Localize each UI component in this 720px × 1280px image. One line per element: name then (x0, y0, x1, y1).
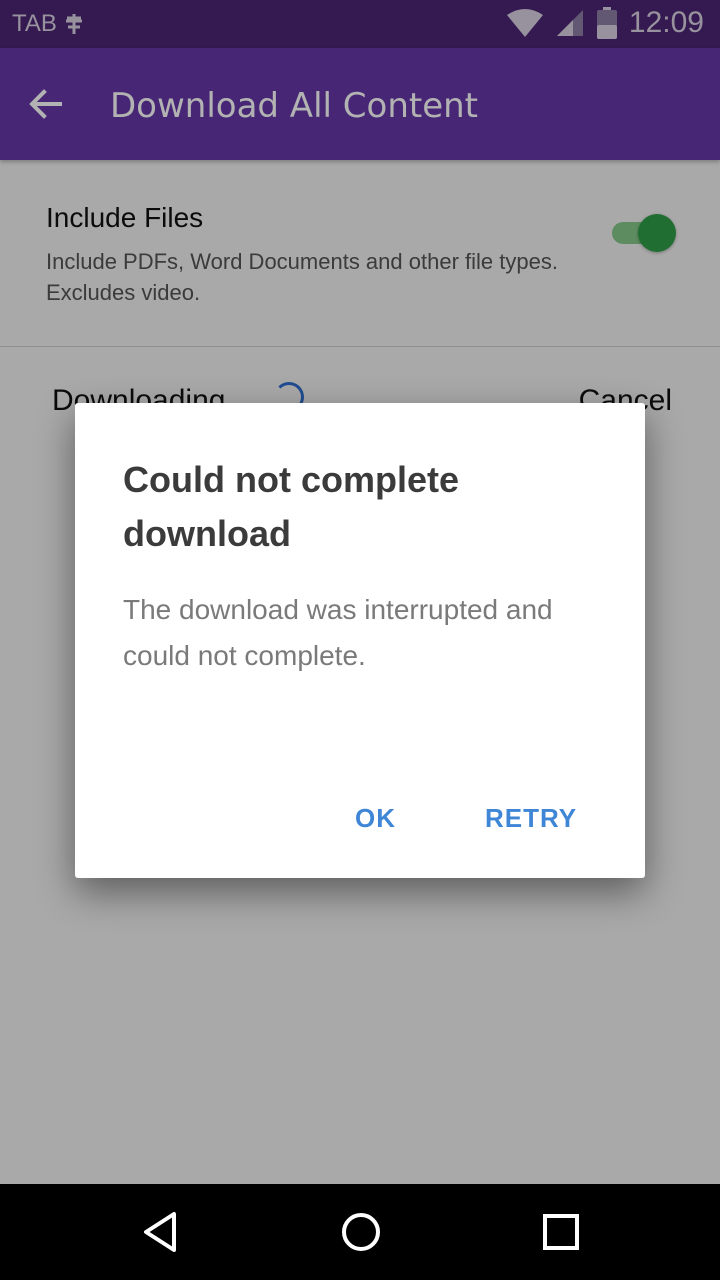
navigation-bar (0, 1184, 720, 1280)
error-dialog: Could not complete download The download… (75, 403, 645, 878)
retry-button[interactable]: RETRY (485, 803, 577, 834)
back-triangle-icon (144, 1212, 176, 1252)
dialog-title: Could not complete download (123, 459, 459, 554)
nav-home-button[interactable] (337, 1208, 385, 1256)
home-circle-icon (342, 1213, 380, 1251)
dialog-message: The download was interrupted and could n… (123, 594, 553, 671)
ok-button[interactable]: OK (355, 803, 396, 834)
nav-back-button[interactable] (138, 1208, 186, 1256)
nav-recents-button[interactable] (537, 1208, 585, 1256)
recents-square-icon (543, 1214, 579, 1250)
